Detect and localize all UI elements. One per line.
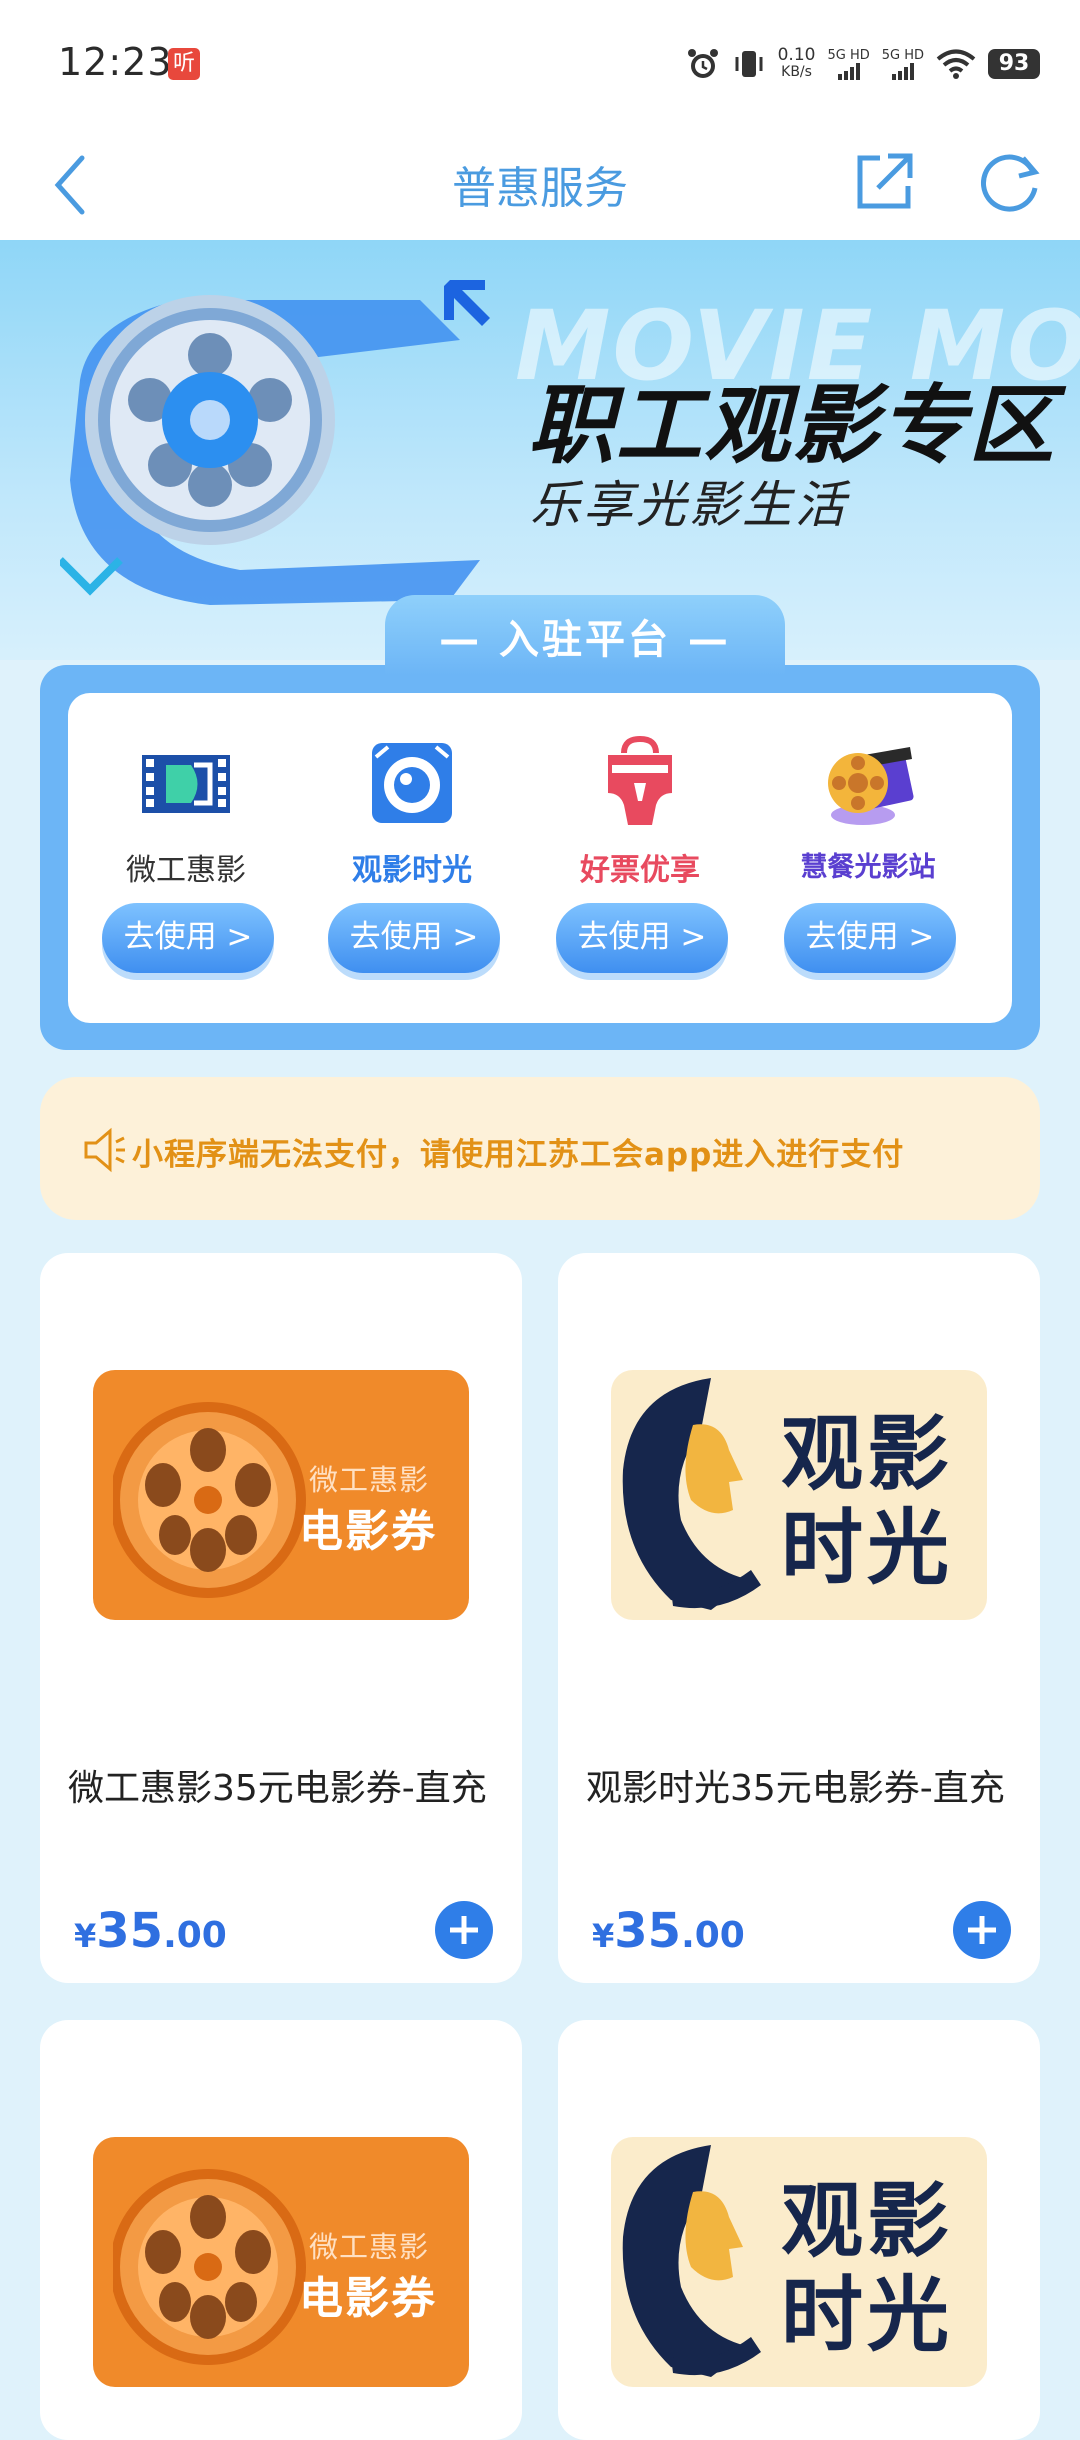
product-image: 观影时光 — [611, 1370, 987, 1620]
nav-bar: 普惠服务 — [0, 130, 1080, 240]
product-image-label-big: 电影券 — [299, 2273, 437, 2324]
platform-tab: — 入驻平台 — — [385, 595, 785, 675]
platform-item-guanying: 观影时光 去使用 > — [294, 713, 530, 1003]
platform-item-haopiao: 好票优享 去使用 > — [522, 713, 758, 1003]
net-speed: 0.10 KB/s — [777, 45, 816, 81]
product-card[interactable]: 观影时光 观影时光35元电影券-直充 ¥35.00 — [558, 1253, 1040, 1983]
platform-name: 慧餐光影站 — [800, 852, 936, 883]
face-filmstrip-icon — [622, 2145, 761, 2377]
product-price: ¥35.00 — [74, 1903, 227, 1959]
notice-text: 小程序端无法支付，请使用江苏工会app进入进行支付 — [132, 1137, 905, 1173]
signal-2: 5G HD — [882, 49, 924, 80]
product-image-label: 观影时光 — [781, 2174, 954, 2363]
use-button-guanying[interactable]: 去使用 > — [328, 903, 500, 973]
signal-bars-icon — [882, 62, 924, 80]
product-image-label: 观影时光 — [781, 1407, 954, 1596]
reel-clapper-icon — [828, 747, 914, 825]
platform-name: 观影时光 — [352, 853, 472, 888]
add-to-cart-button[interactable] — [953, 1901, 1011, 1959]
film-reel-icon — [60, 280, 490, 605]
speaker-icon — [84, 1127, 125, 1173]
vibrate-icon — [735, 51, 763, 77]
platform-title: — 入驻平台 — — [439, 617, 731, 663]
use-button-haopiao[interactable]: 去使用 > — [556, 903, 728, 973]
use-button-weigong[interactable]: 去使用 > — [102, 903, 274, 973]
product-image-label-big: 电影券 — [299, 1506, 437, 1557]
status-time: 12:23 — [58, 40, 173, 84]
status-icons: 0.10 KB/s 5G HD 5G HD 93 — [686, 44, 1040, 84]
hero-subtitle: 乐享光影生活 — [530, 476, 848, 534]
payment-notice: 小程序端无法支付，请使用江苏工会app进入进行支付 — [40, 1077, 1040, 1220]
product-image-label-small: 微工惠影 — [308, 1463, 429, 1497]
status-bar: 12:23 听 0.10 KB/s 5G HD 5G HD 93 — [0, 0, 1080, 130]
product-image-label-small: 微工惠影 — [308, 2230, 429, 2264]
hero-title: 职工观影专区 — [528, 376, 1056, 476]
add-to-cart-button[interactable] — [435, 1901, 493, 1959]
product-price: ¥35.00 — [592, 1903, 745, 1959]
product-image: 微工惠影 电影券 — [93, 1370, 469, 1620]
platform-name: 微工惠影 — [126, 853, 246, 888]
platform-name: 好票优享 — [580, 853, 700, 888]
film-reel-icon — [113, 1402, 306, 1598]
product-image: 微工惠影 电影券 — [93, 2137, 469, 2387]
share-icon[interactable] — [850, 146, 920, 216]
wifi-icon — [936, 49, 976, 79]
platform-card: 微工惠影 去使用 > 观影时光 去使用 > 好票优享 去使用 > 慧餐光影站 去… — [68, 693, 1012, 1023]
platform-item-huican: 慧餐光影站 去使用 > — [750, 713, 986, 1003]
film-strip-icon — [142, 755, 230, 813]
notification-badge: 听 — [168, 48, 200, 80]
ticket-bag-icon — [608, 735, 672, 825]
use-button-huican[interactable]: 去使用 > — [784, 903, 956, 973]
refresh-icon[interactable] — [975, 146, 1045, 216]
signal-bars-icon — [827, 62, 869, 80]
platform-section: — 入驻平台 — 微工惠影 去使用 > 观影时光 去使用 > 好票优享 去使用 … — [40, 595, 1040, 1050]
product-image: 观影时光 — [611, 2137, 987, 2387]
product-card[interactable]: 观影时光 — [558, 2020, 1040, 2440]
face-filmstrip-icon — [622, 1378, 761, 1610]
film-reel-icon — [113, 2169, 306, 2365]
product-name: 微工惠影35元电影券-直充 — [68, 1768, 487, 1809]
product-card[interactable]: 微工惠影 电影券 微工惠影35元电影券-直充 ¥35.00 — [40, 1253, 522, 1983]
signal-1: 5G HD — [827, 49, 870, 80]
battery-indicator: 93 — [988, 49, 1040, 79]
alarm-icon — [687, 49, 718, 78]
product-name: 观影时光35元电影券-直充 — [586, 1768, 1005, 1809]
platform-item-weigong: 微工惠影 去使用 > — [68, 713, 304, 1003]
camera-lens-icon — [372, 743, 452, 823]
product-card[interactable]: 微工惠影 电影券 — [40, 2020, 522, 2440]
